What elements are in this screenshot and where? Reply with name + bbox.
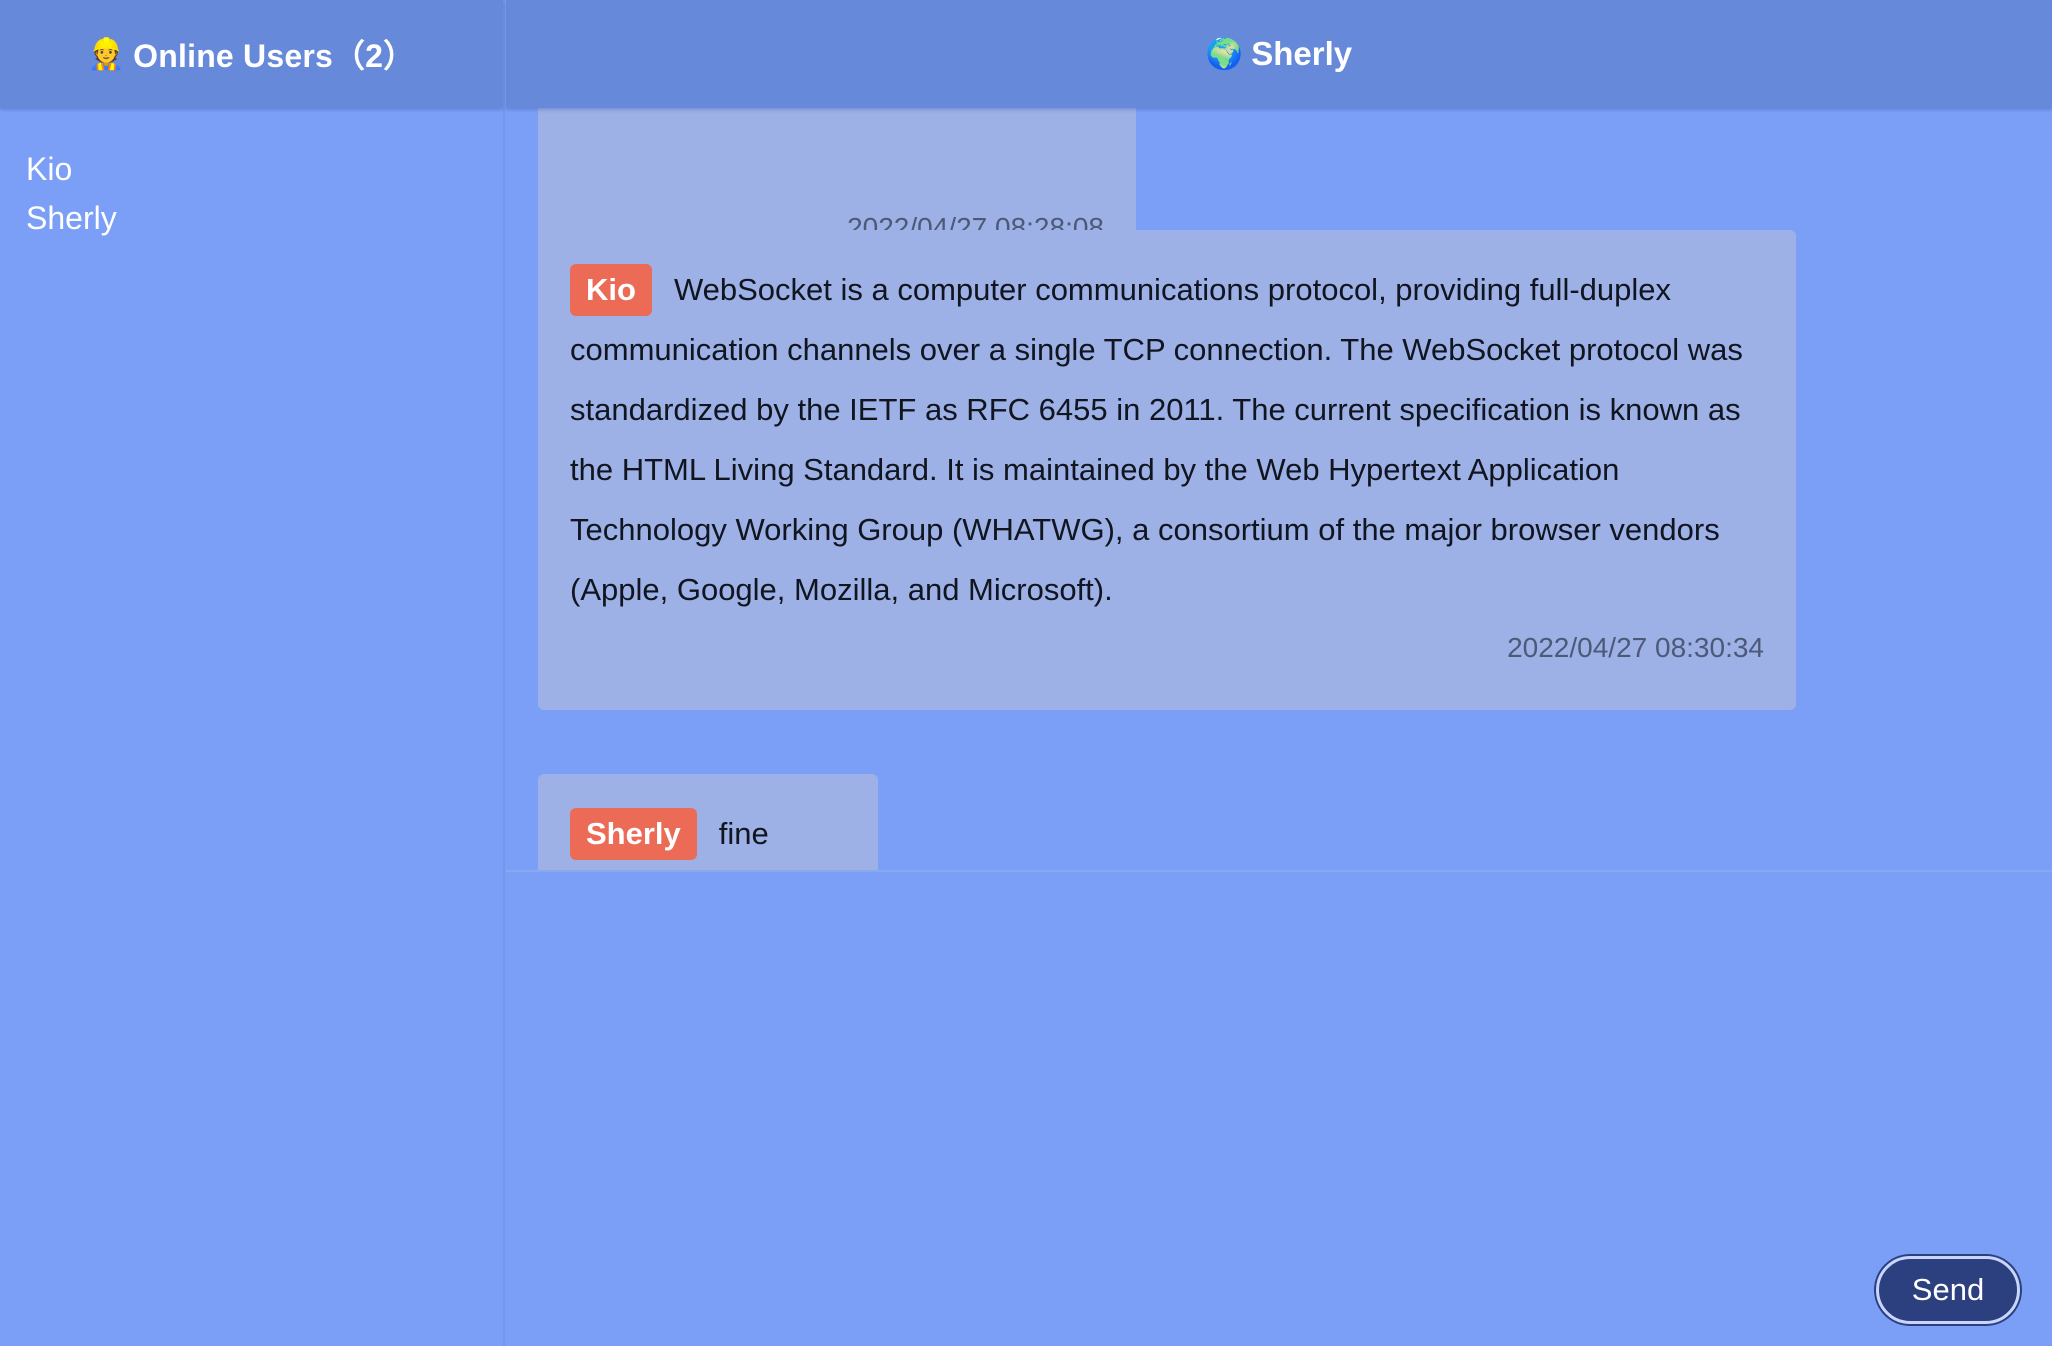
message-text: fine xyxy=(718,816,769,851)
online-users-title: Online Users（2） xyxy=(133,38,416,74)
user-list-item-kio[interactable]: Kio xyxy=(26,145,503,194)
message-body: Sherly fine xyxy=(570,804,846,864)
worker-icon: 👷 xyxy=(87,37,126,71)
message-text: WebSocket is a computer communications p… xyxy=(570,272,1743,607)
message-bubble: Sherly fine xyxy=(538,774,878,870)
chat-header: 🌍 Sherly xyxy=(506,0,2052,108)
globe-icon: 🌍 xyxy=(1205,37,1244,71)
user-list-item-sherly[interactable]: Sherly xyxy=(26,194,503,243)
user-list: Kio Sherly xyxy=(0,108,503,243)
message-input[interactable] xyxy=(506,872,2052,1346)
message-body: Kio WebSocket is a computer communication… xyxy=(570,260,1764,620)
author-tag: Sherly xyxy=(570,808,697,860)
message-timestamp: 2022/04/27 08:30:34 xyxy=(1507,632,1764,663)
message-composer: Send xyxy=(506,872,2052,1346)
send-button[interactable]: Send xyxy=(1876,1256,2020,1324)
online-users-header: 👷 Online Users（2） xyxy=(0,0,503,108)
online-users-sidebar: 👷 Online Users（2） Kio Sherly xyxy=(0,0,505,1346)
chat-app: 👷 Online Users（2） Kio Sherly 🌍 Sherly 20… xyxy=(0,0,2052,1346)
message-list[interactable]: 2022/04/27 08:28:08 Kio WebSocket is a co… xyxy=(506,108,2052,872)
chat-panel: 🌍 Sherly 2022/04/27 08:28:08 Kio WebSocke… xyxy=(506,0,2052,1346)
author-tag: Kio xyxy=(570,264,652,316)
current-user-title: Sherly xyxy=(1251,35,1353,72)
message-bubble: Kio WebSocket is a computer communication… xyxy=(538,230,1796,710)
